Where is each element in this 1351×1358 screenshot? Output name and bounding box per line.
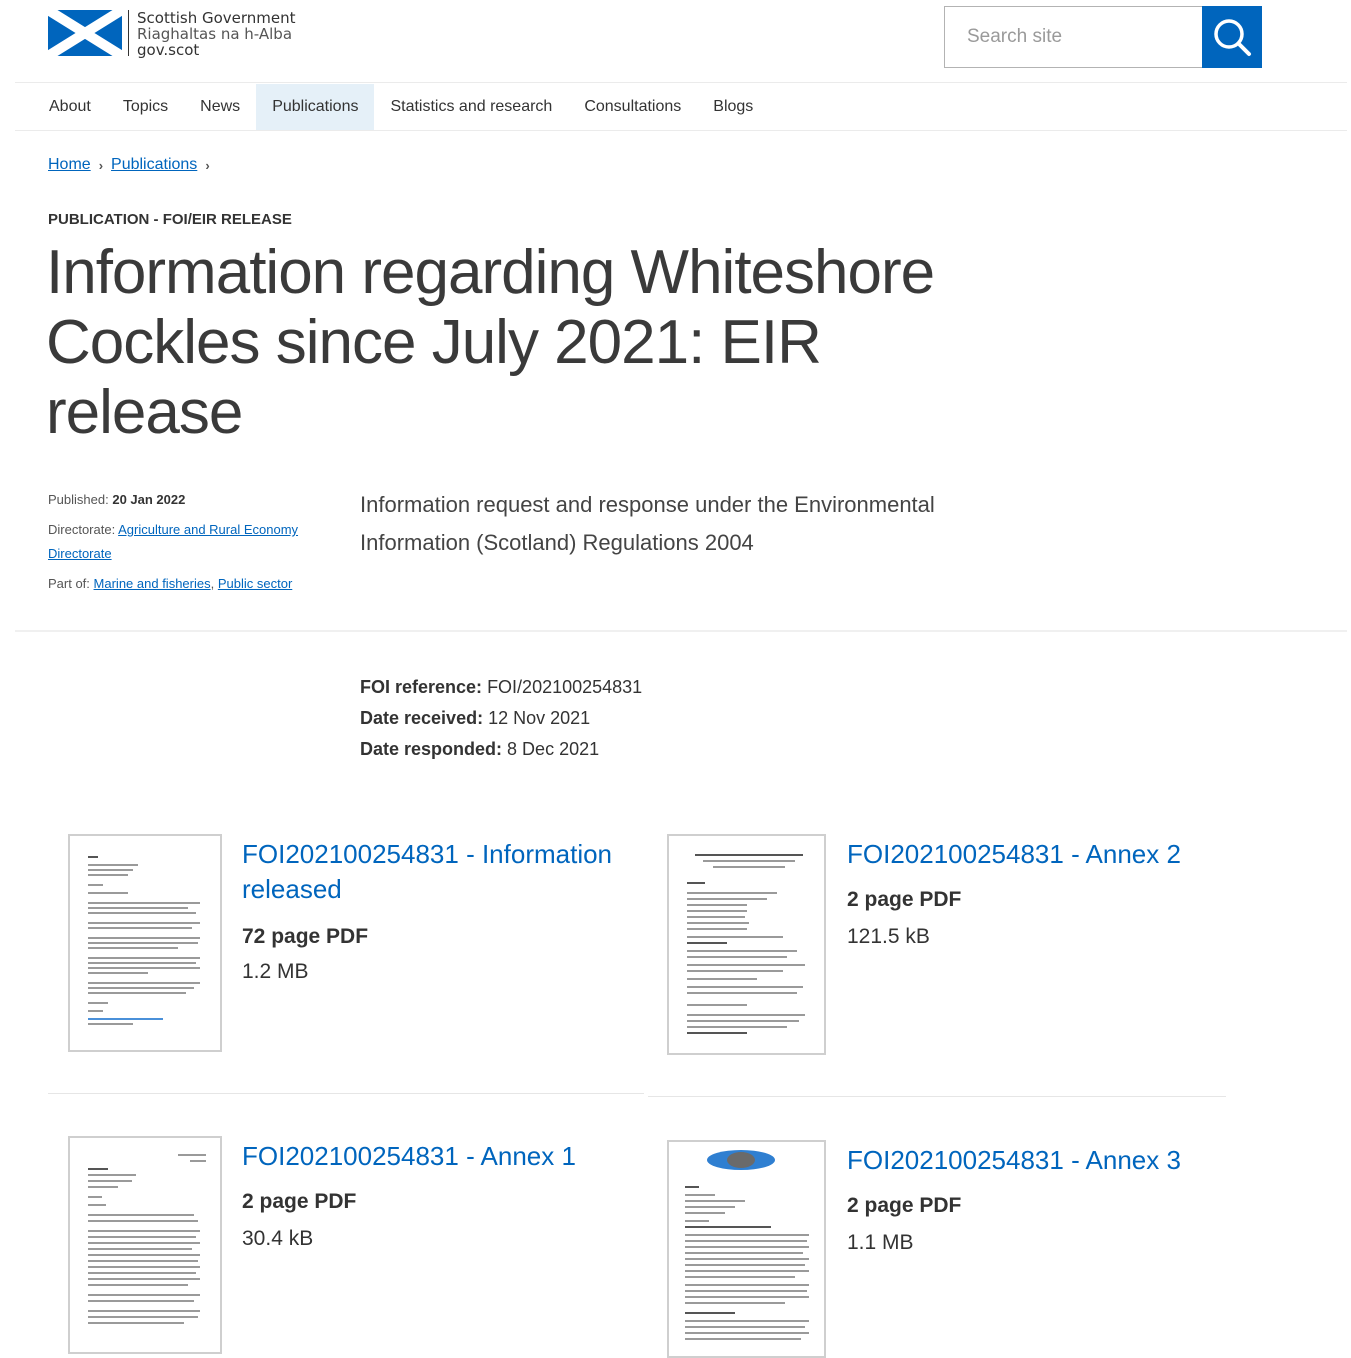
- document-divider: [48, 1093, 644, 1094]
- nav-item-about[interactable]: About: [33, 84, 107, 130]
- document-thumbnail[interactable]: [68, 834, 222, 1052]
- logo-line-domain: gov.scot: [137, 41, 200, 59]
- nav-item-consultations[interactable]: Consultations: [568, 84, 697, 130]
- document-page-count: 72 page PDF: [242, 925, 369, 948]
- header-divider: [15, 82, 1347, 83]
- meta-part-of: Part of: Marine and fisheries, Public se…: [48, 572, 328, 596]
- document-divider: [648, 1096, 1226, 1097]
- logo-line-gaelic: Riaghaltas na h-Alba: [137, 25, 293, 43]
- nav-divider: [15, 130, 1347, 131]
- nav-list: About Topics News Publications Statistic…: [15, 84, 1347, 130]
- breadcrumb-home-link[interactable]: Home: [48, 156, 91, 174]
- meta-published-label: Published:: [48, 492, 109, 507]
- document-page-count: 2 page PDF: [847, 1194, 962, 1217]
- breadcrumb-separator-icon: ›: [98, 157, 104, 173]
- main-navigation: About Topics News Publications Statistic…: [15, 84, 1347, 131]
- breadcrumb: Home › Publications ›: [48, 156, 218, 174]
- document-title-link[interactable]: FOI202100254831 - Annex 2: [847, 837, 1247, 872]
- foi-date-responded-value: 8 Dec 2021: [507, 739, 600, 759]
- meta-part-of-public-sector-link[interactable]: Public sector: [218, 576, 292, 591]
- document-file-size: 1.1 MB: [847, 1231, 914, 1254]
- publication-type-label: PUBLICATION - FOI/EIR RELEASE: [48, 211, 292, 228]
- section-divider: [15, 630, 1347, 632]
- nav-item-topics[interactable]: Topics: [107, 84, 184, 130]
- logo-text: Scottish Government Riaghaltas na h-Alba…: [137, 10, 296, 58]
- page-title: Information regarding Whiteshore Cockles…: [46, 238, 935, 447]
- nav-item-statistics-and-research[interactable]: Statistics and research: [374, 84, 568, 130]
- foi-date-received: Date received: 12 Nov 2021: [360, 703, 642, 734]
- search-input[interactable]: [944, 6, 1202, 68]
- foi-reference: FOI reference: FOI/202100254831: [360, 672, 642, 703]
- site-search: [944, 6, 1262, 68]
- foi-date-received-value: 12 Nov 2021: [488, 708, 591, 728]
- foi-date-responded-label: Date responded:: [360, 739, 503, 759]
- document-thumbnail[interactable]: [667, 834, 826, 1055]
- search-icon: [1214, 19, 1251, 56]
- document-thumbnail[interactable]: [667, 1140, 826, 1358]
- nav-item-blogs[interactable]: Blogs: [697, 84, 769, 130]
- document-title-link[interactable]: FOI202100254831 - Annex 3: [847, 1143, 1247, 1178]
- document-page-count: 2 page PDF: [242, 1190, 357, 1213]
- document-thumbnail[interactable]: [68, 1136, 222, 1354]
- site-logo[interactable]: Scottish Government Riaghaltas na h-Alba…: [48, 10, 296, 58]
- site-header: Scottish Government Riaghaltas na h-Alba…: [0, 0, 1351, 84]
- logo-line-english: Scottish Government: [137, 9, 296, 27]
- document-file-size: 30.4 kB: [242, 1227, 314, 1250]
- publication-metadata: Published: 20 Jan 2022 Directorate: Agri…: [48, 488, 328, 602]
- document-logo-icon: [707, 1150, 775, 1170]
- meta-directorate-label: Directorate:: [48, 522, 116, 537]
- foi-reference-label: FOI reference:: [360, 677, 483, 697]
- document-file-size: 121.5 kB: [847, 925, 930, 948]
- meta-published-value: 20 Jan 2022: [112, 492, 186, 507]
- nav-item-publications[interactable]: Publications: [256, 84, 375, 130]
- meta-published: Published: 20 Jan 2022: [48, 488, 328, 512]
- foi-date-responded: Date responded: 8 Dec 2021: [360, 734, 642, 765]
- saltire-flag-icon: [48, 10, 122, 56]
- document-file-size: 1.2 MB: [242, 960, 309, 983]
- logo-divider: [128, 10, 129, 56]
- meta-part-of-separator: ,: [210, 576, 215, 591]
- nav-item-news[interactable]: News: [184, 84, 256, 130]
- meta-directorate: Directorate: Agriculture and Rural Econo…: [48, 518, 328, 566]
- breadcrumb-separator-icon: ›: [205, 157, 210, 173]
- search-button[interactable]: [1202, 6, 1262, 68]
- document-title-link[interactable]: FOI202100254831 - Annex 1: [242, 1139, 642, 1174]
- meta-part-of-marine-link[interactable]: Marine and fisheries: [94, 576, 211, 591]
- document-page-count: 2 page PDF: [847, 888, 962, 911]
- publication-summary: Information request and response under t…: [360, 492, 935, 555]
- document-title-link[interactable]: FOI202100254831 - Information released: [242, 837, 642, 907]
- foi-date-received-label: Date received:: [360, 708, 484, 728]
- breadcrumb-publications-link[interactable]: Publications: [111, 156, 197, 174]
- foi-reference-value: FOI/202100254831: [487, 677, 643, 697]
- meta-part-of-label: Part of:: [48, 576, 90, 591]
- foi-details: FOI reference: FOI/202100254831 Date rec…: [360, 672, 642, 765]
